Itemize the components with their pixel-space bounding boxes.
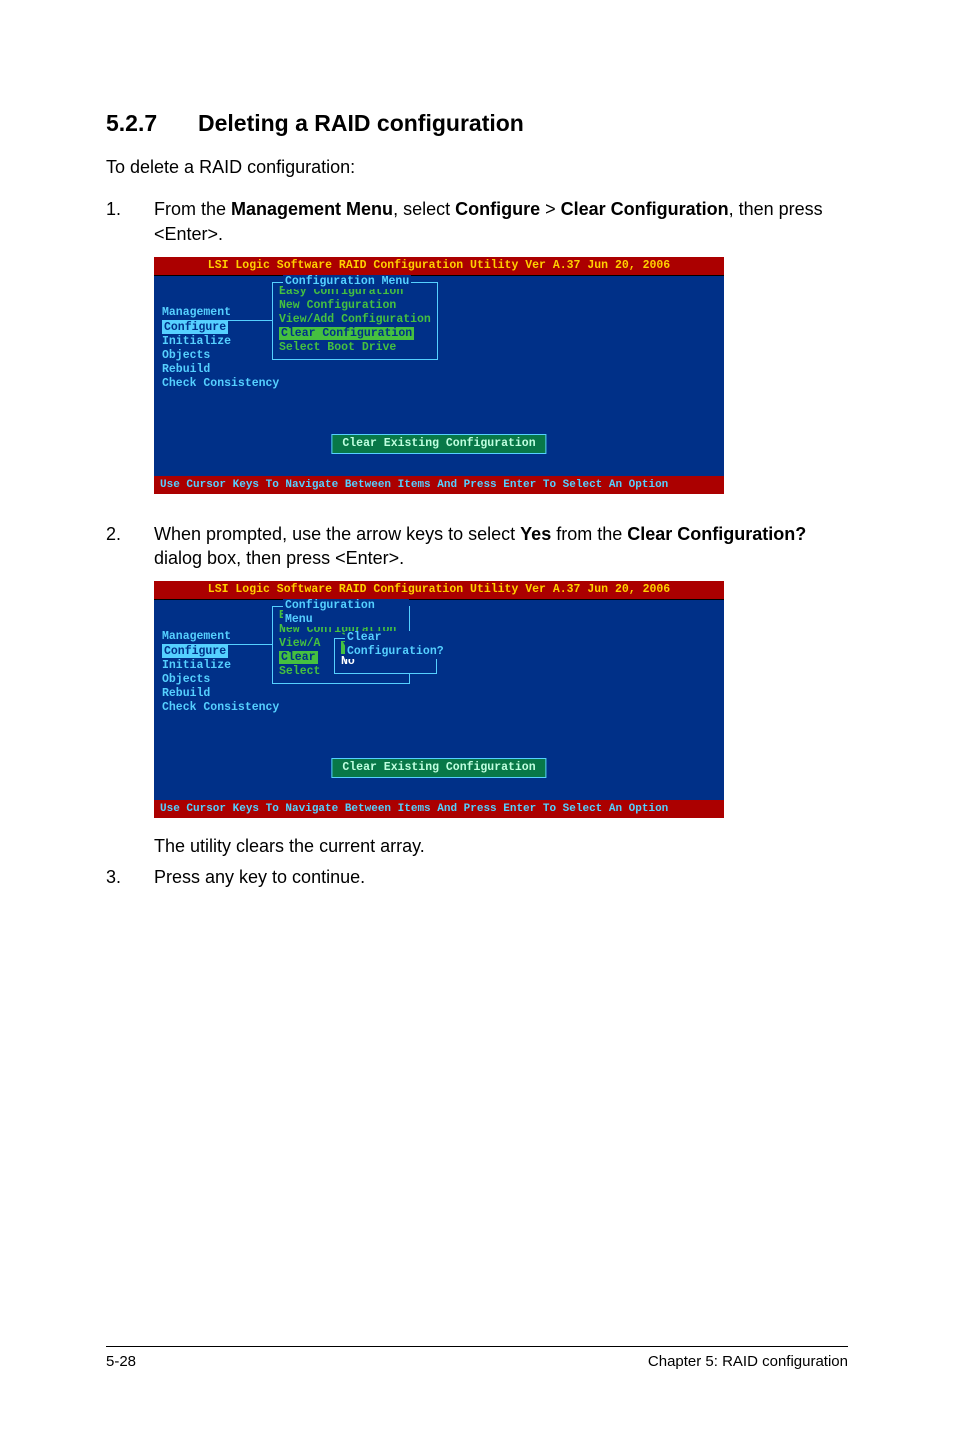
- configuration-menu: Configuration Menu Easy Configuration Ne…: [272, 282, 438, 360]
- bios-footer: Use Cursor Keys To Navigate Between Item…: [154, 476, 724, 494]
- step-1: 1. From the Management Menu, select Conf…: [106, 197, 848, 252]
- sidebar-item-initialize: Initialize: [162, 335, 279, 349]
- bios-body: Management Configure Initialize Objects …: [154, 276, 724, 476]
- sidebar-item-configure: Configure: [162, 321, 228, 334]
- step-number: 3.: [106, 865, 154, 895]
- page-footer: 5-28 Chapter 5: RAID configuration: [106, 1346, 848, 1370]
- sidebar-item-check: Check Consistency: [162, 377, 279, 391]
- bios-title-bar: LSI Logic Software RAID Configuration Ut…: [154, 581, 724, 600]
- step-text: The utility clears the current array.: [154, 834, 848, 864]
- step-number: 1.: [106, 197, 154, 252]
- step-text: Press any key to continue.: [154, 865, 848, 895]
- conf-item-new: New Configuration: [279, 299, 431, 313]
- text-fragment: from the: [551, 524, 627, 544]
- sidebar-item-initialize: Initialize: [162, 659, 279, 673]
- sidebar-item-configure: Configure: [162, 645, 228, 658]
- bios-body: Management Configure Initialize Objects …: [154, 600, 724, 800]
- conf-item-boot: Select Boot Drive: [279, 341, 431, 355]
- bios-screenshot-2: LSI Logic Software RAID Configuration Ut…: [106, 580, 848, 818]
- bios-screen: LSI Logic Software RAID Configuration Ut…: [154, 256, 724, 494]
- clear-configuration-dialog: Clear Configuration? Yes No: [334, 638, 437, 674]
- sidebar-item-objects: Objects: [162, 673, 279, 687]
- text-fragment: , select: [393, 199, 455, 219]
- step-number: 2.: [106, 522, 154, 577]
- sidebar-item-rebuild: Rebuild: [162, 363, 279, 377]
- section-number: 5.2.7: [106, 110, 198, 137]
- text-fragment: When prompted, use the arrow keys to sel…: [154, 524, 520, 544]
- step-number-empty: [106, 834, 154, 864]
- step-2b: The utility clears the current array.: [106, 834, 848, 864]
- sidebar-item-check: Check Consistency: [162, 701, 279, 715]
- section-title: Deleting a RAID configuration: [198, 110, 524, 136]
- conf-item-clear: Clear Configuration: [279, 327, 414, 340]
- step-2: 2. When prompted, use the arrow keys to …: [106, 522, 848, 577]
- bold-fragment: Management Menu: [231, 199, 393, 219]
- management-label: Management: [162, 630, 279, 645]
- bios-hint: Clear Existing Configuration: [331, 758, 546, 778]
- page-number: 5-28: [106, 1353, 136, 1370]
- conf-item-viewadd: View/Add Configuration: [279, 313, 431, 327]
- section-heading: 5.2.7Deleting a RAID configuration: [106, 110, 848, 137]
- text-fragment: >: [540, 199, 561, 219]
- configuration-menu-title: Configuration Menu: [283, 275, 411, 289]
- text-fragment: dialog box, then press <Enter>.: [154, 548, 404, 568]
- intro-text: To delete a RAID configuration:: [106, 155, 848, 179]
- document-page: 5.2.7Deleting a RAID configuration To de…: [0, 0, 954, 895]
- configuration-menu-title: Configuration Menu: [283, 599, 409, 627]
- sidebar-item-objects: Objects: [162, 349, 279, 363]
- bios-screenshot-1: LSI Logic Software RAID Configuration Ut…: [106, 256, 848, 494]
- text-fragment: From the: [154, 199, 231, 219]
- sidebar-item-rebuild: Rebuild: [162, 687, 279, 701]
- chapter-label: Chapter 5: RAID configuration: [648, 1353, 848, 1370]
- step-text: From the Management Menu, select Configu…: [154, 197, 848, 252]
- step-3: 3. Press any key to continue.: [106, 865, 848, 895]
- management-label: Management: [162, 306, 279, 321]
- bios-hint: Clear Existing Configuration: [331, 434, 546, 454]
- dialog-title: Clear Configuration?: [345, 631, 446, 659]
- text-fragment: Press any key to continue.: [154, 865, 848, 889]
- bold-fragment: Clear Configuration?: [627, 524, 806, 544]
- conf-item-clear: Clear: [279, 651, 318, 664]
- bios-footer: Use Cursor Keys To Navigate Between Item…: [154, 800, 724, 818]
- management-menu: Management Configure Initialize Objects …: [162, 306, 279, 391]
- bios-screen: LSI Logic Software RAID Configuration Ut…: [154, 580, 724, 818]
- bold-fragment: Clear Configuration: [561, 199, 729, 219]
- step-text: When prompted, use the arrow keys to sel…: [154, 522, 848, 577]
- bios-title-bar: LSI Logic Software RAID Configuration Ut…: [154, 257, 724, 276]
- text-fragment: The utility clears the current array.: [154, 834, 848, 858]
- bold-fragment: Yes: [520, 524, 551, 544]
- management-menu: Management Configure Initialize Objects …: [162, 630, 279, 715]
- bold-fragment: Configure: [455, 199, 540, 219]
